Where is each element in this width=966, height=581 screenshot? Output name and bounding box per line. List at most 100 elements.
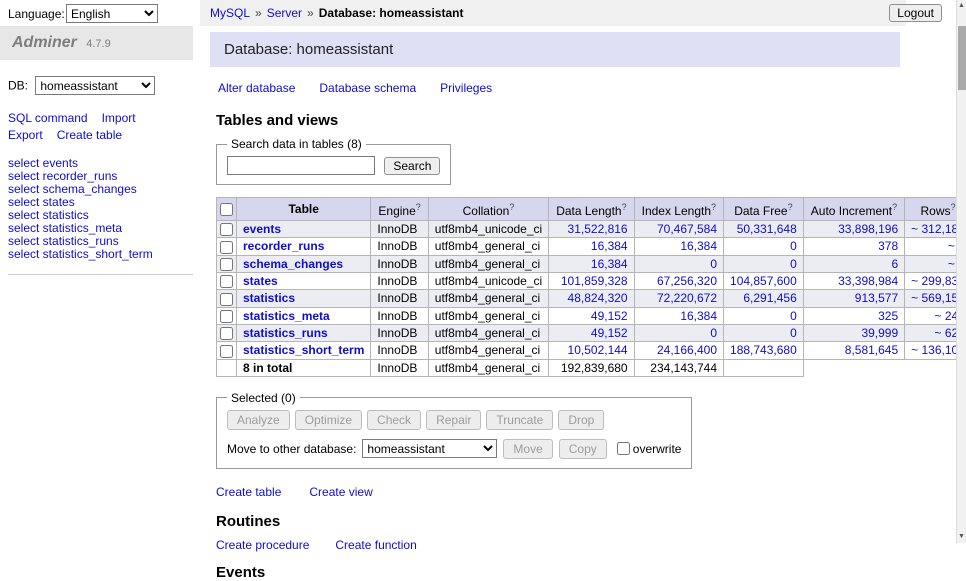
total-data-length-cell: 192,839,680 [549,359,634,376]
index-length-link[interactable]: 16,384 [680,309,717,323]
row-checkbox-events[interactable] [220,223,233,236]
sidebar-link-create-table[interactable]: Create table [57,128,122,142]
auto-increment-link[interactable]: 33,398,984 [838,274,898,288]
data-free-link[interactable]: 50,331,648 [737,222,797,236]
table-name-link-statistics-meta[interactable]: statistics_meta [243,309,330,323]
table-name-link-schema-changes[interactable]: schema_changes [243,257,343,271]
search-button[interactable]: Search [384,157,440,175]
data-free-link[interactable]: 0 [790,326,797,340]
table-name-link-events[interactable]: events [243,222,281,236]
data-length-link[interactable]: 101,859,328 [561,274,628,288]
select-all-checkbox[interactable] [220,203,233,216]
data-free-link[interactable]: 104,857,600 [730,274,797,288]
data-free-link[interactable]: 0 [790,309,797,323]
index-length-link[interactable]: 70,467,584 [657,222,717,236]
overwrite-checkbox[interactable] [617,442,630,455]
table-name-cell: schema_changes [237,255,371,272]
total-collation-cell: utf8mb4_general_ci [428,359,548,376]
create-procedure-link[interactable]: Create procedure [216,538,309,552]
data-length-link[interactable]: 16,384 [591,257,628,271]
auto-increment-link[interactable]: 325 [878,309,898,323]
data-length-link[interactable]: 10,502,144 [568,343,628,357]
table-row-statistics: statisticsInnoDButf8mb4_general_ci48,824… [217,290,966,307]
auto-increment-link[interactable]: 8,581,645 [845,343,898,357]
logout-button[interactable]: Logout [889,4,942,22]
column-help-link[interactable]: ? [509,202,514,212]
engine-cell: InnoDB [371,221,428,238]
row-checkbox-statistics-runs[interactable] [220,327,233,340]
index-length-link[interactable]: 0 [710,326,717,340]
bulk-drop-button[interactable]: Drop [558,410,604,430]
data-free-link[interactable]: 0 [790,239,797,253]
index-length-link[interactable]: 24,166,400 [657,343,717,357]
data-length-link[interactable]: 49,152 [591,326,628,340]
scrollbar-thumb[interactable] [958,26,966,90]
column-help-link[interactable]: ? [951,202,956,212]
action-database-schema[interactable]: Database schema [319,81,416,95]
sidebar-ops-line: SQL command Import [8,110,200,127]
table-name-link-statistics[interactable]: statistics [243,291,295,305]
row-checkbox-statistics-short-term[interactable] [220,345,233,358]
data-length-link[interactable]: 49,152 [591,309,628,323]
table-name-cell: statistics_runs [237,324,371,341]
bulk-optimize-button[interactable]: Optimize [295,410,362,430]
index-length-link[interactable]: 16,384 [680,239,717,253]
row-checkbox-statistics[interactable] [220,293,233,306]
bulk-truncate-button[interactable]: Truncate [486,410,553,430]
move-database-select[interactable]: homeassistant [362,439,497,458]
move-button[interactable]: Move [503,439,552,459]
row-checkbox-schema-changes[interactable] [220,258,233,271]
index-length-link[interactable]: 67,256,320 [657,274,717,288]
auto-increment-link[interactable]: 33,898,196 [838,222,898,236]
collation-cell: utf8mb4_general_ci [428,238,548,255]
auto-increment-link[interactable]: 6 [891,257,898,271]
bulk-analyze-button[interactable]: Analyze [227,410,290,430]
sidebar-select-statistics-short-term[interactable]: select statistics_short_term [8,248,193,261]
table-name-link-statistics-runs[interactable]: statistics_runs [243,326,328,340]
engine-cell: InnoDB [371,307,428,324]
table-name-link-recorder-runs[interactable]: recorder_runs [243,239,324,253]
bulk-repair-button[interactable]: Repair [426,410,481,430]
sidebar-link-import[interactable]: Import [102,111,136,125]
data-length-link[interactable]: 48,824,320 [568,291,628,305]
data-free-link[interactable]: 188,743,680 [730,343,797,357]
index-length-link[interactable]: 0 [710,257,717,271]
auto-increment-link[interactable]: 39,999 [861,326,898,340]
sidebar-link-export[interactable]: Export [8,128,43,142]
action-privileges[interactable]: Privileges [440,81,492,95]
column-help-link[interactable]: ? [788,202,793,212]
column-help-link[interactable]: ? [892,202,897,212]
create-table-link[interactable]: Create table [216,485,281,499]
create-function-link[interactable]: Create function [335,538,416,552]
data-length-link[interactable]: 16,384 [591,239,628,253]
action-alter-database[interactable]: Alter database [218,81,295,95]
vertical-scrollbar[interactable]: ▲ ▼ [956,0,966,543]
data-free-link[interactable]: 0 [790,257,797,271]
breadcrumb-link-server[interactable]: Server [267,6,302,20]
column-help-link[interactable]: ? [416,202,421,212]
auto-increment-cell: 33,398,984 [803,272,904,289]
index-length-link[interactable]: 72,220,672 [657,291,717,305]
table-name-link-statistics-short-term[interactable]: statistics_short_term [243,343,364,357]
index-length-cell: 0 [634,324,723,341]
auto-increment-link[interactable]: 378 [878,239,898,253]
search-input[interactable] [227,156,375,175]
column-help-link[interactable]: ? [711,202,716,212]
data-length-link[interactable]: 31,522,816 [568,222,628,236]
row-checkbox-recorder-runs[interactable] [220,241,233,254]
row-checkbox-statistics-meta[interactable] [220,310,233,323]
column-help-link[interactable]: ? [622,202,627,212]
breadcrumb-link-mysql[interactable]: MySQL [210,6,250,20]
scroll-down-arrow[interactable]: ▼ [957,531,966,543]
copy-button[interactable]: Copy [559,439,607,459]
auto-increment-link[interactable]: 913,577 [855,291,898,305]
language-select[interactable]: English [66,4,158,23]
row-checkbox-states[interactable] [220,275,233,288]
table-name-link-states[interactable]: states [243,274,278,288]
scroll-up-arrow[interactable]: ▲ [957,0,966,12]
bulk-check-button[interactable]: Check [367,410,421,430]
db-select[interactable]: homeassistant [35,76,155,95]
create-view-link[interactable]: Create view [309,485,372,499]
data-free-link[interactable]: 6,291,456 [743,291,796,305]
sidebar-link-sql-command[interactable]: SQL command [8,111,88,125]
